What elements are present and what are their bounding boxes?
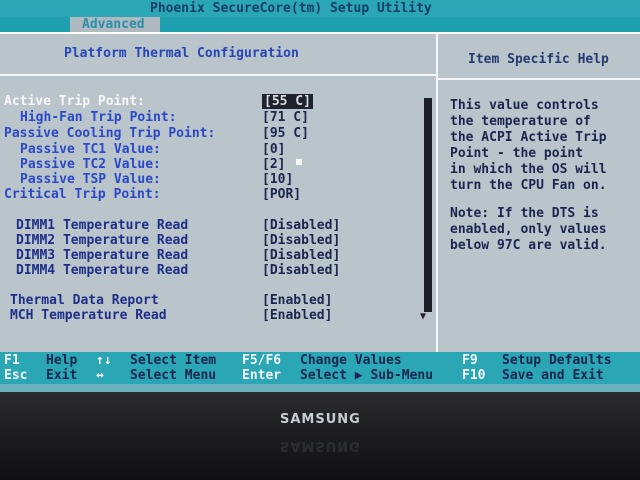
setting-value[interactable]: [Disabled] xyxy=(262,233,340,248)
section-title: Platform Thermal Configuration xyxy=(64,46,299,61)
key-f5-f6: F5/F6 xyxy=(242,353,282,368)
help-text-line: enabled, only values xyxy=(450,222,607,237)
setting-label: Critical Trip Point: xyxy=(4,187,161,202)
tab-advanced[interactable]: Advanced xyxy=(70,17,160,32)
setting-row-thermal-data-report[interactable]: Thermal Data Report [Enabled] xyxy=(0,293,420,308)
setting-row-critical-trip-point[interactable]: Critical Trip Point: [POR] xyxy=(0,187,420,202)
help-text-line: Point - the point xyxy=(450,146,584,161)
divider xyxy=(0,74,436,76)
setting-label: High-Fan Trip Point: xyxy=(20,110,177,125)
setting-label: DIMM2 Temperature Read xyxy=(16,233,189,248)
setting-row-passive-tsp-value[interactable]: Passive TSP Value: [10] xyxy=(0,172,420,187)
key-desc-select-submenu: Select ▶ Sub-Menu xyxy=(300,368,434,383)
divider xyxy=(436,34,438,352)
setting-value[interactable]: [Enabled] xyxy=(262,308,332,323)
key-desc-select-item: Select Item xyxy=(130,353,217,368)
setting-label: DIMM4 Temperature Read xyxy=(16,263,189,278)
bios-screen: Phoenix SecureCore(tm) Setup Utility Adv… xyxy=(0,0,640,392)
setting-value[interactable]: [Disabled] xyxy=(262,248,340,263)
window-title: Phoenix SecureCore(tm) Setup Utility xyxy=(150,1,432,16)
help-title: Item Specific Help xyxy=(468,52,609,67)
setting-value[interactable]: [2] xyxy=(262,157,285,172)
setting-row-mch-temperature-read[interactable]: MCH Temperature Read [Enabled] xyxy=(0,308,420,323)
key-desc-select-menu: Select Menu xyxy=(130,368,217,383)
scrollbar[interactable] xyxy=(424,98,432,312)
setting-row-dimm4-temperature-read[interactable]: DIMM4 Temperature Read [Disabled] xyxy=(0,263,420,278)
cursor-marker xyxy=(296,159,302,165)
key-desc-exit: Exit xyxy=(46,368,78,383)
key-desc-setup-defaults: Setup Defaults xyxy=(502,353,612,368)
help-text-line: in which the OS will xyxy=(450,162,607,177)
menu-bar: Advanced xyxy=(0,17,640,32)
key-esc: Esc xyxy=(4,368,28,383)
selected-value[interactable]: [55 C] xyxy=(262,94,313,109)
setting-value[interactable]: [Enabled] xyxy=(262,293,332,308)
setting-value[interactable]: [71 C] xyxy=(262,110,309,125)
help-text-line: the temperature of xyxy=(450,114,591,129)
arrows-leftright-icon: ↔ xyxy=(96,368,104,383)
setting-value[interactable]: [95 C] xyxy=(262,126,309,141)
setting-label: Passive TC1 Value: xyxy=(20,142,161,157)
setting-row-passive-tc1-value[interactable]: Passive TC1 Value: [0] xyxy=(0,142,420,157)
setting-value[interactable]: [POR] xyxy=(262,187,301,202)
key-desc-change-values: Change Values xyxy=(300,353,402,368)
setting-row-passive-cooling-trip-point[interactable]: Passive Cooling Trip Point: [95 C] xyxy=(0,126,420,141)
arrows-updown-icon: ↑↓ xyxy=(96,353,112,368)
setting-value[interactable]: [Disabled] xyxy=(262,218,340,233)
setting-label: DIMM1 Temperature Read xyxy=(16,218,189,233)
key-enter: Enter xyxy=(242,368,282,383)
key-f9: F9 xyxy=(462,353,478,368)
setting-label: DIMM3 Temperature Read xyxy=(16,248,189,263)
setting-row-dimm1-temperature-read[interactable]: DIMM1 Temperature Read [Disabled] xyxy=(0,218,420,233)
screen-bottom-band xyxy=(0,384,640,392)
key-desc-help: Help xyxy=(46,353,78,368)
setting-label: Thermal Data Report xyxy=(10,293,159,308)
brand-reflection: SAMSUNG xyxy=(280,438,361,453)
divider xyxy=(438,78,640,80)
key-desc-save-and-exit: Save and Exit xyxy=(502,368,604,383)
setting-value[interactable]: [55 C] xyxy=(262,94,313,109)
key-f1: F1 xyxy=(4,353,20,368)
help-text-line: turn the CPU Fan on. xyxy=(450,178,607,193)
footer-bar: F1 Help ↑↓ Select Item F5/F6 Change Valu… xyxy=(0,352,640,384)
setting-row-dimm2-temperature-read[interactable]: DIMM2 Temperature Read [Disabled] xyxy=(0,233,420,248)
brand-logo: SAMSUNG xyxy=(280,412,361,427)
setting-row-high-fan-trip-point[interactable]: High-Fan Trip Point: [71 C] xyxy=(0,110,420,125)
setting-row-passive-tc2-value[interactable]: Passive TC2 Value: [2] xyxy=(0,157,420,172)
key-f10: F10 xyxy=(462,368,486,383)
setting-label: Passive TSP Value: xyxy=(20,172,161,187)
scroll-down-arrow-icon[interactable]: ▼ xyxy=(420,312,426,322)
setting-value[interactable]: [10] xyxy=(262,172,293,187)
setting-label: Passive TC2 Value: xyxy=(20,157,161,172)
help-text-line: the ACPI Active Trip xyxy=(450,130,607,145)
title-bar: Phoenix SecureCore(tm) Setup Utility xyxy=(0,0,640,17)
monitor-bezel xyxy=(0,392,640,480)
setting-label: Active Trip Point: xyxy=(4,94,145,109)
help-text-line: This value controls xyxy=(450,98,599,113)
setting-row-active-trip-point[interactable]: Active Trip Point: [55 C] xyxy=(0,94,420,109)
setting-value[interactable]: [0] xyxy=(262,142,285,157)
help-text-line: below 97C are valid. xyxy=(450,238,607,253)
setting-label: Passive Cooling Trip Point: xyxy=(4,126,216,141)
setting-value[interactable]: [Disabled] xyxy=(262,263,340,278)
setting-row-dimm3-temperature-read[interactable]: DIMM3 Temperature Read [Disabled] xyxy=(0,248,420,263)
help-text-line: Note: If the DTS is xyxy=(450,206,599,221)
setting-label: MCH Temperature Read xyxy=(10,308,167,323)
